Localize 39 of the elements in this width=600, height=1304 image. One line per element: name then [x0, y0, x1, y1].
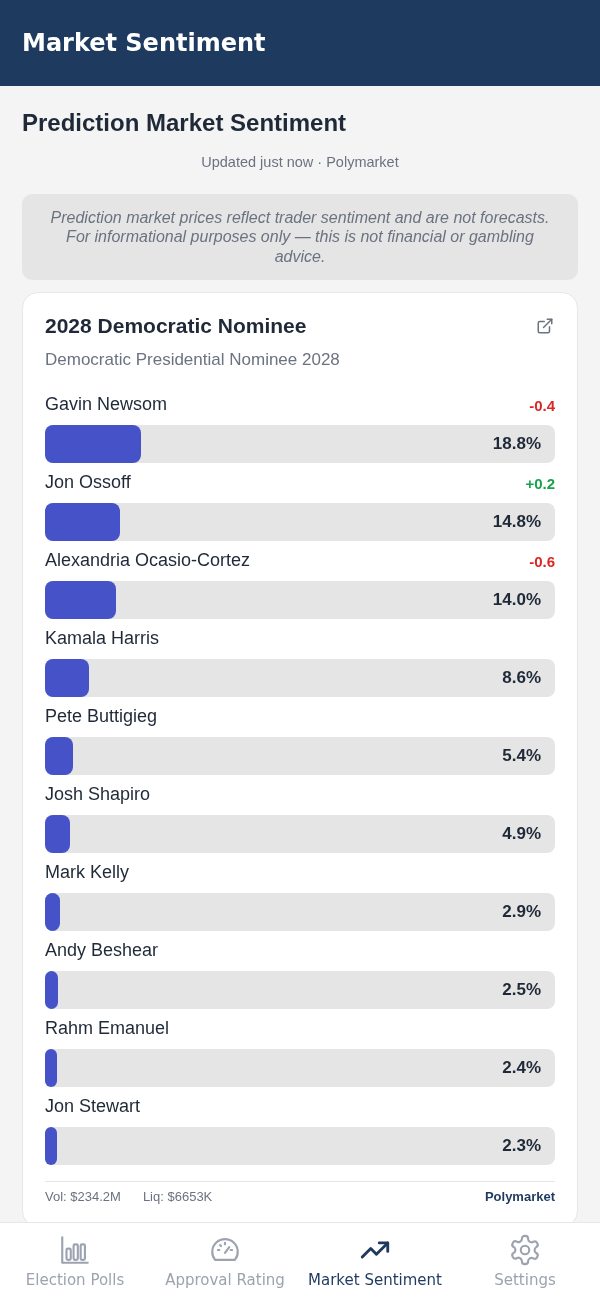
percent-value: 14.8%: [492, 511, 541, 533]
candidate-name: Alexandria Ocasio-Cortez: [45, 548, 251, 572]
candidate-name: Pete Buttigieg: [45, 704, 158, 728]
nav-tab[interactable]: Settings: [450, 1223, 600, 1304]
page-title: Prediction Market Sentiment: [22, 108, 348, 138]
app-title: Market Sentiment: [22, 28, 266, 59]
volume-text: Vol: $234.2M: [45, 1187, 121, 1206]
percent-value: 8.6%: [502, 667, 541, 689]
bar-chart-icon: [58, 1233, 92, 1267]
settings-icon: [508, 1233, 542, 1267]
nav-tab[interactable]: Approval Rating: [150, 1223, 300, 1304]
candidate-name: Jon Ossoff: [45, 470, 131, 494]
candidate-name: Josh Shapiro: [45, 782, 151, 806]
disclaimer-text: Prediction market prices reflect trader sentiment and are not forecasts. For informational purposes only — this is not financial or gambling advice.: [49, 207, 551, 267]
percent-value: 2.9%: [502, 901, 541, 923]
candidate-name: Rahm Emanuel: [45, 1016, 170, 1040]
market-title: 2028 Democratic Nominee: [45, 313, 307, 340]
percent-value: 2.3%: [502, 1135, 541, 1157]
source-link[interactable]: Polymarket: [484, 1186, 555, 1207]
candidate-name: Gavin Newsom: [45, 392, 168, 416]
candidate-name: Kamala Harris: [45, 626, 160, 650]
percent-value: 2.5%: [502, 979, 541, 1001]
external-link-icon[interactable]: [536, 317, 554, 336]
percent-value: 2.4%: [502, 1057, 541, 1079]
nav-tab[interactable]: Market Sentiment: [300, 1223, 450, 1304]
candidate-name: Jon Stewart: [45, 1094, 141, 1118]
updated-text: Updated just now · Polymarket: [201, 153, 399, 172]
liquidity-text: Liq: $6653K: [142, 1187, 213, 1206]
percent-value: 4.9%: [502, 823, 541, 845]
change-value: -0.4: [529, 396, 555, 417]
percent-value: 14.0%: [492, 589, 541, 611]
candidate-name: Andy Beshear: [45, 938, 159, 962]
change-value: -0.6: [529, 552, 555, 573]
market-subtitle: Democratic Presidential Nominee 2028: [45, 349, 341, 372]
nav-tab[interactable]: Election Polls: [0, 1223, 150, 1304]
candidate-name: Mark Kelly: [45, 860, 129, 884]
change-value: +0.2: [525, 474, 555, 495]
percent-value: 18.8%: [492, 433, 541, 455]
percent-value: 5.4%: [502, 745, 541, 767]
